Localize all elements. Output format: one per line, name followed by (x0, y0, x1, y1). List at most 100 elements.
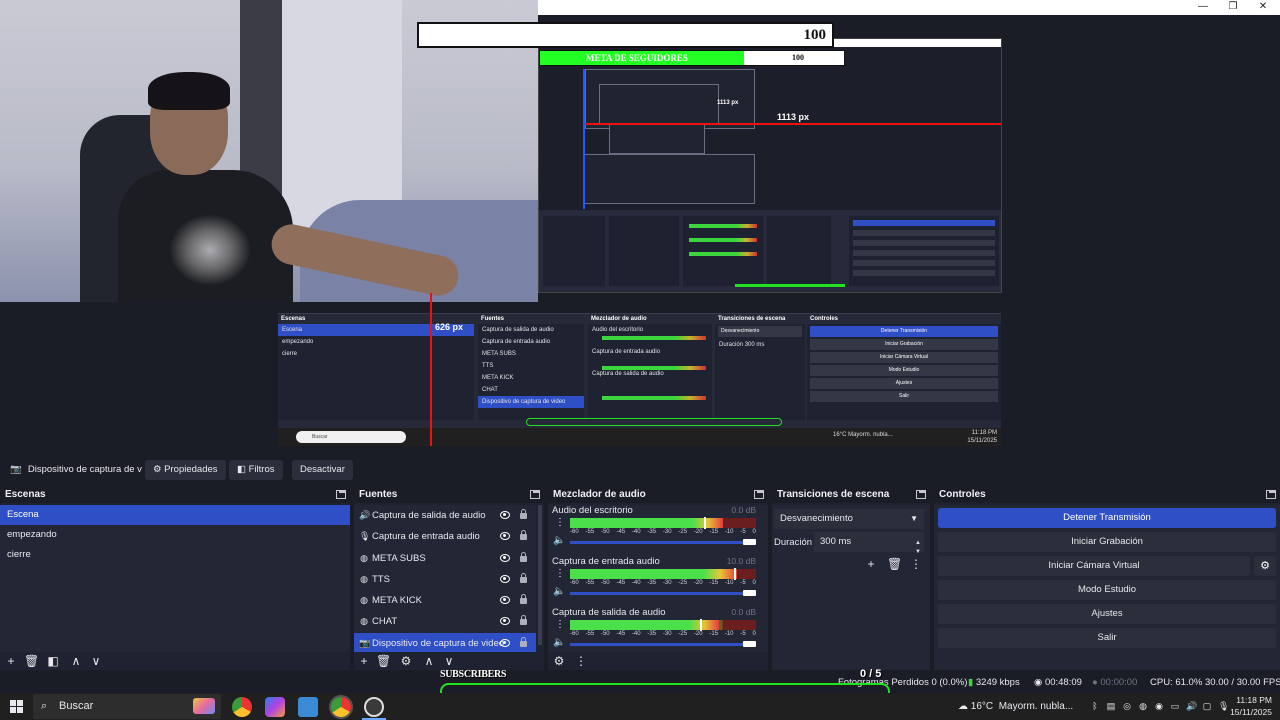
filters-button[interactable]: ◧ Filtros (229, 460, 283, 480)
close-button[interactable]: ✕ (1248, 0, 1278, 15)
trash-icon[interactable]: 🗑 (376, 654, 391, 668)
undock-icon[interactable] (336, 490, 346, 499)
source-item[interactable]: 🎙 Captura de entrada audio (354, 526, 536, 547)
eye-icon[interactable] (500, 638, 510, 647)
more-icon[interactable]: ⋮ (555, 568, 565, 579)
source-item[interactable]: 📷 Dispositivo de captura de video (354, 632, 536, 655)
stop-stream-button[interactable]: Detener Transmisión (938, 508, 1276, 528)
meter-ticks: -60 -55 -50 -45 -40 -35 -30 -25 -20 -15 -10 -5 0 (570, 529, 756, 536)
lock-icon[interactable] (520, 636, 527, 647)
obs-icon[interactable] (364, 697, 384, 717)
source-item[interactable]: ◍ CHAT (354, 611, 536, 632)
more-icon[interactable]: ⋮ (909, 557, 923, 571)
slider-knob[interactable] (743, 641, 756, 647)
virtual-camera-button[interactable]: Iniciar Cámara Virtual (938, 556, 1250, 576)
scene-list: Escena empezando cierre (0, 505, 350, 670)
up-arrow-icon[interactable]: ∧ (69, 654, 83, 668)
chrome-icon[interactable] (232, 697, 252, 717)
undock-icon[interactable] (754, 490, 764, 499)
volume-slider[interactable] (570, 641, 756, 647)
more-icon[interactable]: ⋮ (555, 619, 565, 630)
eye-icon[interactable] (500, 511, 510, 519)
start-recording-button[interactable]: Iniciar Grabación (938, 532, 1276, 552)
taskbar-clock[interactable]: 11:18 PM 15/11/2025 (1230, 694, 1272, 718)
add-icon[interactable]: + (864, 557, 878, 571)
meter-ticks: -60 -55 -50 -45 -40 -35 -30 -25 -20 -15 -10 -5 0 (570, 631, 756, 638)
source-item[interactable]: ◍ META SUBS (354, 548, 536, 569)
weather-widget[interactable]: ☁ 16°C Mayorm. nubla... (958, 693, 1073, 720)
notepad-icon[interactable] (298, 697, 318, 717)
chrome-profile-icon[interactable] (331, 697, 351, 717)
slider-knob[interactable] (743, 590, 756, 596)
obs-tray-icon[interactable]: ◉ (1154, 701, 1164, 711)
filter-icon[interactable]: ◧ (46, 654, 60, 668)
source-item[interactable]: ◍ TTS (354, 569, 536, 590)
up-arrow-icon[interactable]: ∧ (422, 654, 436, 668)
speaker-icon[interactable]: 🔈 (553, 535, 565, 546)
sources-footer: + 🗑 ⚙ ∧ ∨ (354, 652, 544, 670)
follower-goal-bar: 82 META DE SEGUIDORES 100 (417, 22, 834, 48)
gear-icon[interactable]: ⚙ (552, 654, 566, 668)
eye-icon[interactable] (500, 596, 510, 605)
eye-icon[interactable] (500, 532, 510, 541)
gear-icon[interactable]: ⚙ (399, 654, 413, 668)
eye-icon[interactable] (500, 553, 510, 562)
source-item[interactable]: 🔊 Captura de salida de audio (354, 505, 536, 526)
down-arrow-icon[interactable]: ∨ (89, 654, 103, 668)
trash-icon[interactable]: 🗑 (24, 654, 39, 668)
globe-icon: ◍ (360, 573, 368, 584)
volume-slider[interactable] (570, 539, 756, 545)
add-icon[interactable]: + (4, 654, 18, 668)
speaker-icon[interactable]: 🔈 (553, 586, 565, 597)
volume-icon[interactable]: 🔊 (1186, 701, 1197, 711)
app-tray-icon[interactable]: ◍ (1138, 701, 1148, 711)
restore-button[interactable]: ❐ (1218, 0, 1248, 15)
deactivate-button[interactable]: Desactivar (292, 460, 353, 480)
hdd-icon[interactable]: ▤ (1106, 701, 1116, 711)
scene-item[interactable]: cierre (0, 545, 350, 565)
lock-icon[interactable] (520, 615, 527, 626)
network-icon[interactable]: ▭ (1170, 701, 1180, 711)
slider-knob[interactable] (743, 539, 756, 545)
studio-mode-button[interactable]: Modo Estudio (938, 580, 1276, 600)
source-item[interactable]: ◍ META KICK (354, 590, 536, 611)
eye-icon[interactable] (500, 574, 510, 583)
exit-button[interactable]: Salir (938, 628, 1276, 648)
more-icon[interactable]: ⋮ (555, 517, 565, 528)
volume-slider[interactable] (570, 590, 756, 596)
down-arrow-icon[interactable]: ∨ (442, 654, 456, 668)
undock-icon[interactable] (916, 490, 926, 499)
lock-icon[interactable] (520, 509, 527, 519)
lock-icon[interactable] (520, 551, 527, 562)
bluetooth-icon[interactable]: ᛒ (1090, 701, 1100, 711)
minimize-button[interactable]: — (1188, 0, 1218, 15)
sources-scrollbar[interactable] (538, 505, 542, 645)
more-icon[interactable]: ⋮ (574, 654, 588, 668)
mic-icon[interactable]: 🎙 (1218, 701, 1229, 711)
trash-icon[interactable]: 🗑 (887, 557, 902, 571)
lock-icon[interactable] (520, 530, 527, 541)
chat-icon[interactable]: ▢ (1202, 701, 1212, 711)
scene-item[interactable]: empezando (0, 525, 350, 545)
settings-button[interactable]: Ajustes (938, 604, 1276, 624)
undock-icon[interactable] (1266, 490, 1276, 499)
obs-preview[interactable]: — ❐ ✕ META DE SEGUIDORES 100 1113 px 111… (0, 0, 1280, 455)
duration-field[interactable]: 300 ms ▲ ▼ (814, 532, 924, 555)
add-icon[interactable]: + (357, 654, 371, 668)
taskbar-search[interactable]: ⌕ Buscar (33, 694, 221, 719)
sources-dock: Fuentes 🔊 Captura de salida de audio 🎙 Cap… (354, 487, 544, 670)
steam-icon[interactable]: ◎ (1122, 701, 1132, 711)
copilot-icon[interactable] (265, 697, 285, 717)
transition-select[interactable]: Desvanecimiento ▼ (774, 509, 924, 529)
eye-icon[interactable] (500, 617, 510, 626)
lock-icon[interactable] (520, 594, 527, 605)
volume-meter (570, 619, 756, 631)
properties-button[interactable]: ⚙ Propiedades (145, 460, 226, 480)
undock-icon[interactable] (530, 490, 540, 499)
virtual-camera-settings-icon[interactable]: ⚙ (1254, 556, 1276, 576)
speaker-icon[interactable]: 🔈 (553, 637, 565, 648)
windows-start-icon[interactable] (10, 700, 23, 713)
lock-icon[interactable] (520, 572, 527, 583)
mixer-channel: Audio del escritorio 0.0 dB ⋮ -60 -55 -50-… (548, 505, 768, 556)
scene-item[interactable]: Escena (0, 505, 350, 525)
